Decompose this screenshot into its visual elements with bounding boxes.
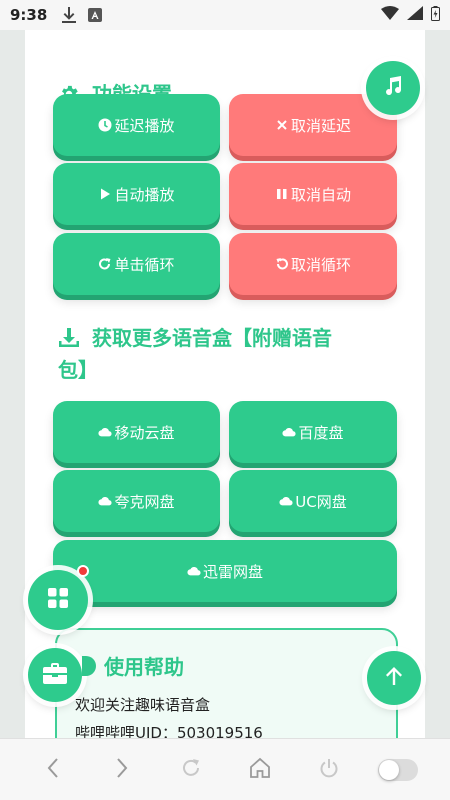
- notification-badge: [77, 565, 89, 577]
- music-fab[interactable]: [366, 61, 420, 115]
- redo-icon: [98, 257, 112, 271]
- cloud-icon: [98, 425, 113, 439]
- page-content[interactable]: 功能设置 延迟播放 取消延迟 自动播放 取消自动 单击循环 取消循环 获取更多语…: [0, 30, 450, 738]
- toggle-knob: [378, 759, 399, 780]
- cancel-loop-button[interactable]: 取消循环: [229, 233, 397, 295]
- play-icon: [98, 187, 112, 201]
- apps-fab[interactable]: [28, 570, 88, 630]
- status-bar: 9:38: [0, 0, 450, 30]
- help-line-2: 哔哩哔哩UID：503019516: [75, 724, 263, 738]
- cancel-auto-label: 取消自动: [290, 185, 351, 204]
- help-line-1: 欢迎关注趣味语音盒: [75, 696, 211, 714]
- download-title-continued: 包】: [58, 355, 98, 385]
- cloud-icon: [98, 494, 113, 508]
- quark-pan-button[interactable]: 夸克网盘: [53, 470, 220, 532]
- mobile-cloud-label: 移动云盘: [114, 423, 175, 442]
- wifi-icon: [381, 6, 399, 24]
- pause-icon: [275, 187, 289, 201]
- toggle-track: [377, 758, 418, 781]
- home-button[interactable]: [240, 750, 280, 790]
- refresh-icon: [180, 757, 202, 783]
- toolbox-icon: [43, 662, 67, 688]
- cancel-loop-label: 取消循环: [290, 255, 351, 274]
- delay-play-label: 延迟播放: [114, 116, 175, 135]
- baidu-pan-label: 百度盘: [298, 423, 344, 442]
- status-time: 9:38: [10, 6, 48, 24]
- download-title-line1: 获取更多语音盒【附赠语音: [92, 326, 332, 350]
- baidu-pan-button[interactable]: 百度盘: [229, 401, 397, 463]
- battery-icon: [431, 5, 440, 25]
- uc-pan-label: UC网盘: [295, 492, 347, 511]
- signal-icon: [407, 6, 423, 24]
- undo-icon: [275, 257, 289, 271]
- back-button[interactable]: [33, 750, 73, 790]
- refresh-button[interactable]: [171, 750, 211, 790]
- power-button[interactable]: [309, 750, 349, 790]
- xunlei-pan-label: 迅雷网盘: [202, 562, 263, 581]
- toolbox-fab[interactable]: [28, 648, 82, 702]
- help-section-title: 使用帮助: [104, 655, 184, 679]
- delay-play-button[interactable]: 延迟播放: [53, 94, 220, 156]
- chevron-left-icon: [46, 757, 60, 783]
- auto-play-button[interactable]: 自动播放: [53, 163, 220, 225]
- auto-play-label: 自动播放: [114, 185, 175, 204]
- cloud-icon: [282, 425, 297, 439]
- toggle-switch[interactable]: [377, 750, 418, 790]
- xunlei-pan-button[interactable]: 迅雷网盘: [53, 540, 397, 602]
- chevron-right-icon: [115, 757, 129, 783]
- single-loop-label: 单击循环: [114, 255, 175, 274]
- cloud-icon: [187, 564, 201, 578]
- cloud-icon: [279, 494, 293, 508]
- clock-icon: [98, 118, 112, 132]
- browser-toolbar: [0, 738, 450, 800]
- music-note-icon: [381, 74, 405, 102]
- home-icon: [249, 757, 271, 783]
- mobile-cloud-button[interactable]: 移动云盘: [53, 401, 220, 463]
- x-icon: [275, 118, 289, 132]
- download-title-line2: 包】: [58, 358, 98, 382]
- app-notification-icon: [87, 7, 103, 23]
- arrow-up-icon: [383, 665, 405, 691]
- download-notification-icon: [61, 7, 77, 23]
- power-icon: [318, 757, 340, 783]
- forward-button[interactable]: [102, 750, 142, 790]
- single-loop-button[interactable]: 单击循环: [53, 233, 220, 295]
- quark-pan-label: 夸克网盘: [114, 492, 175, 511]
- scroll-top-fab[interactable]: [367, 651, 421, 705]
- grid-icon: [46, 586, 70, 614]
- download-section-title: 获取更多语音盒【附赠语音: [58, 323, 378, 353]
- cancel-delay-label: 取消延迟: [290, 116, 351, 135]
- uc-pan-button[interactable]: UC网盘: [229, 470, 397, 532]
- cancel-auto-button[interactable]: 取消自动: [229, 163, 397, 225]
- download-icon: [58, 327, 80, 349]
